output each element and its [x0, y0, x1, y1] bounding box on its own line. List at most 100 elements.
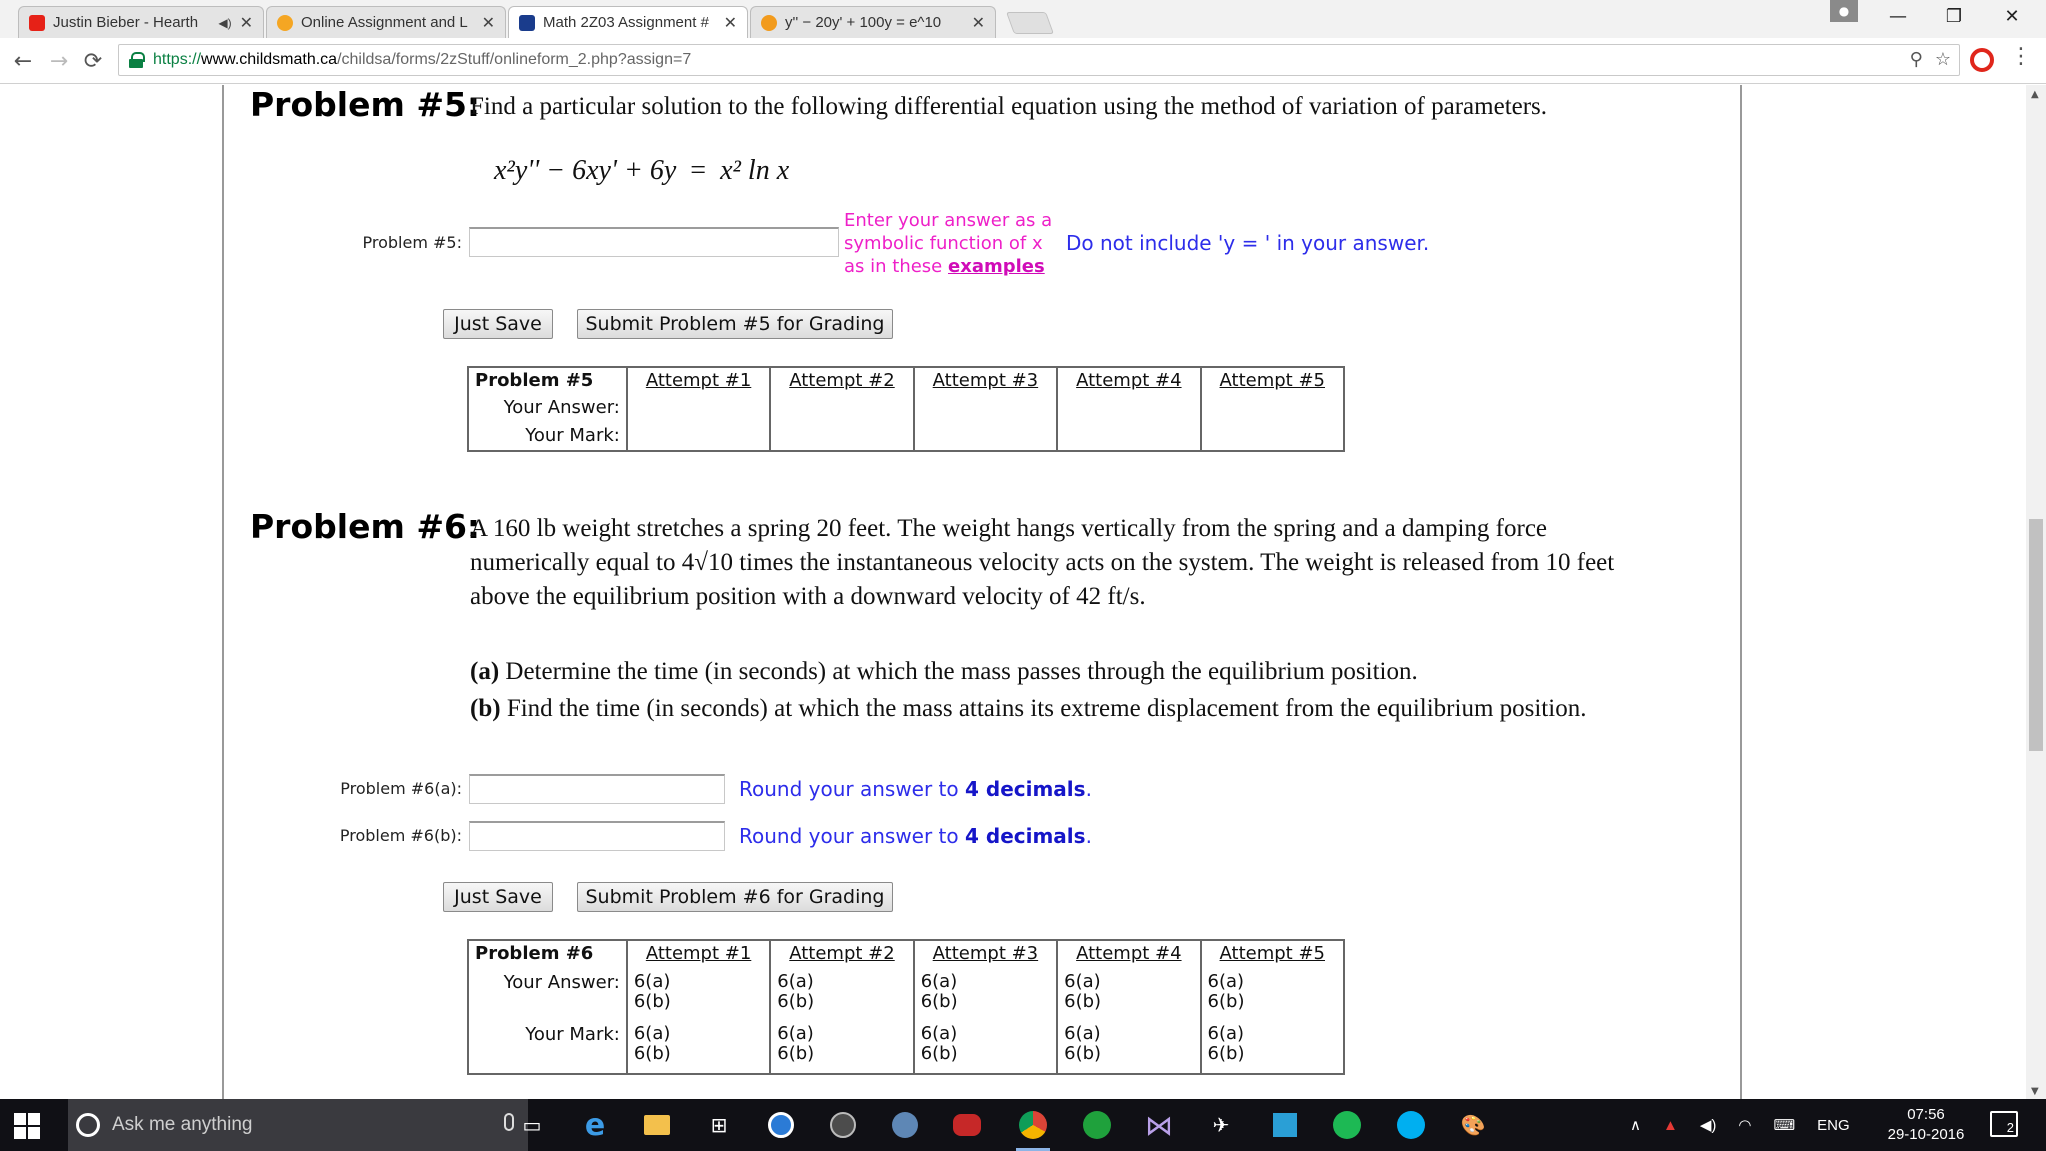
- site-icon: [277, 14, 293, 31]
- wifi-icon[interactable]: ◠: [1738, 1116, 1751, 1134]
- forward-icon[interactable]: →: [44, 46, 74, 76]
- mark-cell: 6(a) 6(b): [1056, 1021, 1201, 1074]
- your-answer-label: Your Answer:: [503, 397, 620, 419]
- app-icon[interactable]: [1268, 1109, 1302, 1141]
- attempt-header[interactable]: Attempt #3: [912, 367, 1058, 396]
- wolfram-icon: [761, 14, 777, 31]
- address-bar[interactable]: https://www.childsmath.ca/childsa/forms/…: [118, 44, 1960, 76]
- close-icon[interactable]: ✕: [482, 13, 495, 33]
- problem6a-answer-input[interactable]: [469, 774, 725, 804]
- skype-icon[interactable]: [1394, 1109, 1428, 1141]
- tab-title: Online Assignment and L: [301, 14, 468, 31]
- tab-youtube[interactable]: Justin Bieber - Hearth ◀) ✕: [18, 6, 264, 38]
- visual-studio-icon[interactable]: ⋈: [1142, 1109, 1176, 1142]
- problem6-part-b: (b) Find the time (in seconds) at which …: [470, 695, 1587, 722]
- bookmark-star-icon[interactable]: ☆: [1935, 49, 1951, 70]
- action-center-icon[interactable]: 2: [1990, 1111, 2018, 1137]
- new-tab-button[interactable]: [1005, 12, 1055, 34]
- volume-icon[interactable]: ◀): [1700, 1116, 1717, 1134]
- answer-cell: 6(a) 6(b): [769, 970, 914, 1022]
- chevron-up-icon[interactable]: ∧: [1630, 1116, 1641, 1134]
- close-icon[interactable]: ✕: [972, 13, 985, 33]
- opera-extension-icon[interactable]: [1970, 48, 1994, 72]
- problem6-part-a: (a) Determine the time (in seconds) at w…: [470, 658, 1418, 685]
- paint-icon[interactable]: 🎨: [1456, 1109, 1490, 1141]
- problem6-submit-button[interactable]: Submit Problem #6 for Grading: [577, 882, 893, 912]
- acrobat-icon[interactable]: ▲: [1663, 1117, 1678, 1134]
- attempt-header[interactable]: Attempt #4: [1056, 367, 1201, 396]
- your-mark-label: Your Mark:: [525, 424, 620, 446]
- clock[interactable]: 07:56 29-10-2016: [1886, 1105, 1966, 1145]
- problem5-submit-button[interactable]: Submit Problem #5 for Grading: [577, 309, 893, 339]
- url-text: https://www.childsmath.ca/childsa/forms/…: [153, 51, 692, 68]
- lock-icon: [129, 52, 145, 68]
- reload-icon[interactable]: ⟳: [78, 46, 108, 76]
- chrome-icon[interactable]: [1016, 1109, 1050, 1151]
- table-header: Problem #5: [475, 370, 594, 391]
- language-indicator[interactable]: ENG: [1817, 1117, 1850, 1134]
- clock-time: 07:56: [1907, 1106, 1945, 1123]
- problem5-heading: Problem #5:: [250, 85, 481, 124]
- youtube-icon: [29, 14, 45, 31]
- attempt-header[interactable]: Attempt #2: [769, 367, 914, 396]
- answer-cell: 6(a) 6(b): [912, 970, 1058, 1022]
- app-icon[interactable]: [888, 1109, 922, 1141]
- problem5-answer-input[interactable]: [469, 227, 839, 257]
- problem5-just-save-button[interactable]: Just Save: [443, 309, 553, 339]
- attempt-header[interactable]: Attempt #4: [1056, 940, 1201, 971]
- attempt-header[interactable]: Attempt #5: [1199, 367, 1344, 396]
- app-icon[interactable]: ✈: [1204, 1109, 1238, 1141]
- spotify-icon[interactable]: [1330, 1109, 1364, 1141]
- tab-wolfram[interactable]: y'' − 20y' + 100y = e^10 ✕: [750, 6, 996, 38]
- close-window-button[interactable]: ✕: [1984, 0, 2040, 32]
- examples-link[interactable]: examples: [948, 256, 1045, 277]
- microphone-icon[interactable]: [504, 1113, 514, 1131]
- attempt-header[interactable]: Attempt #5: [1199, 940, 1344, 971]
- problem6b-round-hint: Round your answer to 4 decimals.: [739, 824, 1092, 848]
- problem6-just-save-button[interactable]: Just Save: [443, 882, 553, 912]
- restore-button[interactable]: ❐: [1926, 0, 1982, 32]
- utorrent-icon[interactable]: [1080, 1109, 1114, 1141]
- close-icon[interactable]: ✕: [724, 13, 737, 33]
- menu-icon[interactable]: ⋮: [2010, 44, 2032, 69]
- attempt-header[interactable]: Attempt #1: [625, 940, 771, 971]
- tab-strip: Justin Bieber - Hearth ◀) ✕ Online Assig…: [0, 0, 2046, 38]
- scroll-up-icon[interactable]: ▲: [2031, 89, 2039, 100]
- store-icon[interactable]: ⊞: [702, 1109, 736, 1141]
- problem6-attempts-table: Problem #6 Attempt #1 Attempt #2 Attempt…: [467, 939, 1345, 1075]
- mark-cell: 6(a) 6(b): [912, 1021, 1058, 1074]
- close-icon[interactable]: ✕: [240, 13, 253, 33]
- tab-math-assignment[interactable]: Math 2Z03 Assignment # ✕: [508, 6, 748, 38]
- problem6a-field-label: Problem #6(a):: [340, 779, 462, 798]
- media-player-icon[interactable]: [764, 1109, 798, 1141]
- edge-icon[interactable]: e: [578, 1108, 612, 1143]
- clock-date: 29-10-2016: [1887, 1126, 1965, 1143]
- tab-title: Justin Bieber - Hearth: [53, 14, 199, 31]
- vertical-scrollbar[interactable]: ▲ ▼: [2026, 85, 2046, 1099]
- problem6b-answer-input[interactable]: [469, 821, 725, 851]
- browser-toolbar: ← → ⟳ https://www.childsmath.ca/childsa/…: [0, 38, 2046, 84]
- tab-title: y'' − 20y' + 100y = e^10: [785, 14, 942, 31]
- scroll-down-icon[interactable]: ▼: [2031, 1086, 2039, 1097]
- minimize-button[interactable]: —: [1870, 0, 1926, 32]
- cortana-search[interactable]: Ask me anything: [68, 1099, 528, 1151]
- keyboard-icon[interactable]: ⌨: [1773, 1116, 1795, 1134]
- windows-start-icon[interactable]: [14, 1113, 40, 1139]
- problem5-equation: x²y'' − 6xy' + 6y = x² ln x: [494, 155, 790, 186]
- tab-online-assignment[interactable]: Online Assignment and L ✕: [266, 6, 506, 38]
- music-icon[interactable]: [826, 1109, 860, 1141]
- back-icon[interactable]: ←: [8, 46, 38, 76]
- answer-cell: 6(a) 6(b): [1056, 970, 1201, 1022]
- problem6-heading: Problem #6:: [250, 507, 481, 546]
- app-icon[interactable]: [950, 1109, 984, 1141]
- attempt-header[interactable]: Attempt #2: [769, 940, 914, 971]
- attempt-header[interactable]: Attempt #3: [912, 940, 1058, 971]
- file-explorer-icon[interactable]: [640, 1109, 674, 1141]
- profile-icon[interactable]: ●: [1830, 0, 1858, 22]
- speaker-icon[interactable]: ◀): [218, 16, 231, 30]
- attempt-header[interactable]: Attempt #1: [625, 367, 771, 396]
- scrollbar-thumb[interactable]: [2029, 519, 2043, 751]
- zoom-icon[interactable]: ⚲: [1910, 49, 1923, 70]
- task-view-icon[interactable]: ▭: [515, 1109, 549, 1141]
- tab-title: Math 2Z03 Assignment #: [543, 14, 709, 31]
